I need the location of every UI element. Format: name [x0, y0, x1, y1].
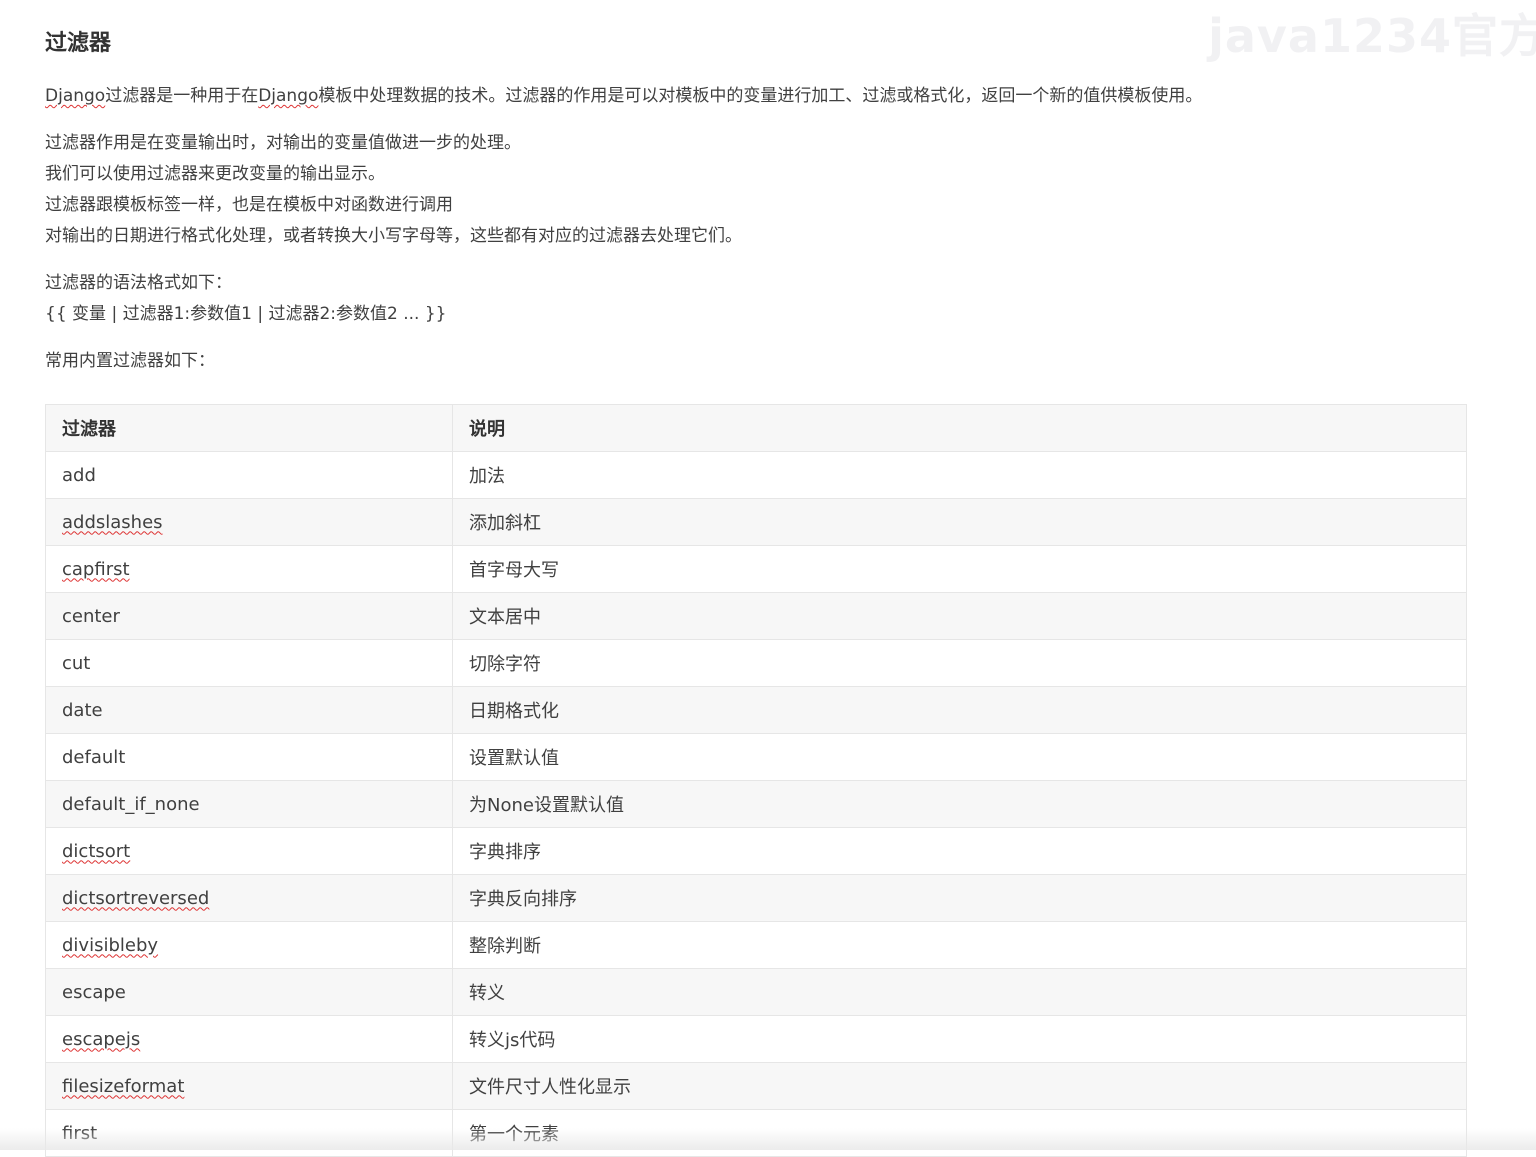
filter-name-cell: add — [45, 451, 453, 499]
intro-text-after: 模板中处理数据的技术。过滤器的作用是可以对模板中的变量进行加工、过滤或格式化，返… — [318, 86, 1203, 106]
syntax-paragraph: 过滤器的语法格式如下： {{ 变量 | 过滤器1:参数值1 | 过滤器2:参数值… — [45, 268, 1467, 330]
filter-name: date — [62, 699, 103, 721]
filter-description: 切除字符 — [452, 639, 1467, 687]
table-header-row: 过滤器 说明 — [45, 404, 1467, 452]
filter-name-cell: addslashes — [45, 498, 453, 546]
article-content: 过滤器 Django过滤器是一种用于在Django模板中处理数据的技术。过滤器的… — [45, 26, 1467, 1157]
usage-paragraph: 过滤器作用是在变量输出时，对输出的变量值做进一步的处理。 我们可以使用过滤器来更… — [45, 128, 1467, 252]
table-row: capfirst 首字母大写 — [45, 545, 1467, 593]
table-row: cut 切除字符 — [45, 639, 1467, 687]
filter-name-cell: cut — [45, 639, 453, 687]
usage-line: 我们可以使用过滤器来更改变量的输出显示。 — [45, 164, 385, 184]
filter-description: 整除判断 — [452, 921, 1467, 969]
filter-description: 添加斜杠 — [452, 498, 1467, 546]
syntax-label: 过滤器的语法格式如下： — [45, 273, 232, 293]
table-row: dictsort 字典排序 — [45, 827, 1467, 875]
intro-word-django-1: Django — [45, 86, 106, 106]
filter-name: escape — [62, 981, 126, 1003]
table-row: center 文本居中 — [45, 592, 1467, 640]
filter-description: 文本居中 — [452, 592, 1467, 640]
intro-paragraph: Django过滤器是一种用于在Django模板中处理数据的技术。过滤器的作用是可… — [45, 81, 1467, 112]
table-row: divisibleby 整除判断 — [45, 921, 1467, 969]
usage-line: 过滤器作用是在变量输出时，对输出的变量值做进一步的处理。 — [45, 133, 521, 153]
filter-name: add — [62, 464, 96, 486]
filter-name: filesizeformat — [62, 1075, 185, 1097]
filter-name: divisibleby — [62, 934, 159, 956]
filter-description: 首字母大写 — [452, 545, 1467, 593]
filter-name: addslashes — [62, 511, 163, 533]
filter-name: capfirst — [62, 558, 130, 580]
filter-name: center — [62, 605, 120, 627]
table-row: add 加法 — [45, 451, 1467, 499]
table-row: escapejs 转义js代码 — [45, 1015, 1467, 1063]
filter-name-cell: capfirst — [45, 545, 453, 593]
filter-description: 为None设置默认值 — [452, 780, 1467, 828]
filter-name: dictsort — [62, 840, 131, 862]
usage-line: 对输出的日期进行格式化处理，或者转换大小写字母等，这些都有对应的过滤器去处理它们… — [45, 226, 742, 246]
filter-name: dictsortreversed — [62, 887, 210, 909]
filter-name-cell: default — [45, 733, 453, 781]
filter-description: 字典反向排序 — [452, 874, 1467, 922]
filters-table: 过滤器 说明 add 加法 addslashes 添加斜杠 capfirst 首字母大写 c… — [45, 404, 1467, 1157]
table-row: default 设置默认值 — [45, 733, 1467, 781]
filter-description: 设置默认值 — [452, 733, 1467, 781]
filter-name-cell: filesizeformat — [45, 1062, 453, 1110]
filter-description: 日期格式化 — [452, 686, 1467, 734]
filter-description: 转义js代码 — [452, 1015, 1467, 1063]
filter-description: 转义 — [452, 968, 1467, 1016]
filter-name-cell: escape — [45, 968, 453, 1016]
table-row: date 日期格式化 — [45, 686, 1467, 734]
table-row: filesizeformat 文件尺寸人性化显示 — [45, 1062, 1467, 1110]
filter-description: 字典排序 — [452, 827, 1467, 875]
filter-name: default_if_none — [62, 793, 200, 815]
filter-name: default — [62, 746, 126, 768]
bottom-fade — [0, 1128, 1536, 1150]
table-row: addslashes 添加斜杠 — [45, 498, 1467, 546]
intro-text-middle: 过滤器是一种用于在 — [105, 86, 259, 106]
table-row: dictsortreversed 字典反向排序 — [45, 874, 1467, 922]
column-header-filter: 过滤器 — [45, 404, 453, 452]
filter-name: cut — [62, 652, 91, 674]
table-body: add 加法 addslashes 添加斜杠 capfirst 首字母大写 center 文本… — [45, 451, 1467, 1157]
filter-name-cell: default_if_none — [45, 780, 453, 828]
filter-name-cell: dictsort — [45, 827, 453, 875]
common-filters-label: 常用内置过滤器如下： — [45, 351, 215, 371]
filter-name-cell: escapejs — [45, 1015, 453, 1063]
filter-name: escapejs — [62, 1028, 141, 1050]
filter-name-cell: divisibleby — [45, 921, 453, 969]
filter-description: 加法 — [452, 451, 1467, 499]
filter-description: 文件尺寸人性化显示 — [452, 1062, 1467, 1110]
page-title: 过滤器 — [45, 31, 112, 56]
filter-name-cell: date — [45, 686, 453, 734]
syntax-code: {{ 变量 | 过滤器1:参数值1 | 过滤器2:参数值2 ... }} — [45, 304, 447, 324]
table-row: escape 转义 — [45, 968, 1467, 1016]
intro-word-django-2: Django — [258, 86, 319, 106]
table-row: default_if_none 为None设置默认值 — [45, 780, 1467, 828]
column-header-description: 说明 — [452, 404, 1467, 452]
usage-line: 过滤器跟模板标签一样，也是在模板中对函数进行调用 — [45, 195, 453, 215]
filter-name-cell: center — [45, 592, 453, 640]
filter-name-cell: dictsortreversed — [45, 874, 453, 922]
